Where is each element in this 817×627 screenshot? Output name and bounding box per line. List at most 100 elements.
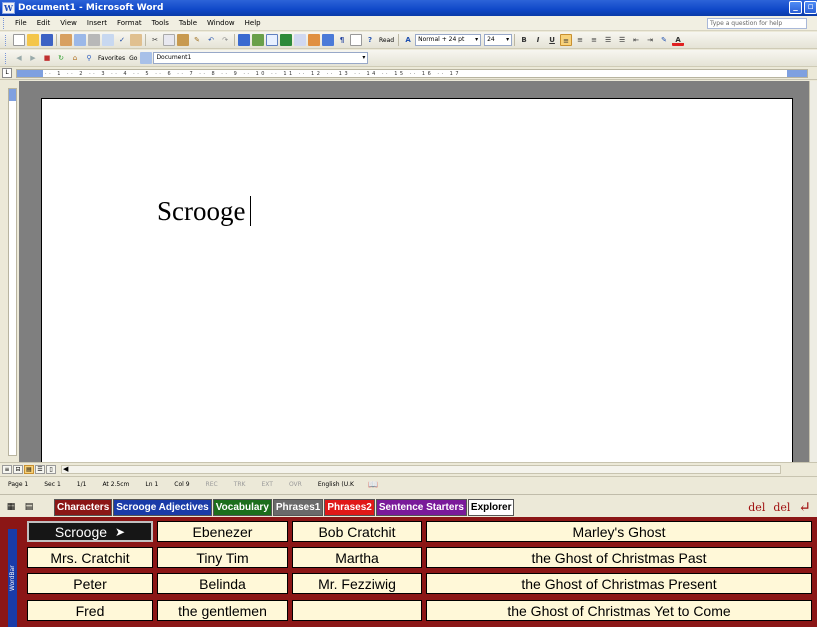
wordbar-menu-icon[interactable]: ▤ [22,500,36,514]
address-dropdown[interactable]: Document1 ▾ [153,52,369,64]
word-cell-peter[interactable]: Peter [27,573,153,594]
font-color-icon[interactable]: A [672,34,685,46]
minimize-icon[interactable]: _ [789,1,802,14]
menu-format[interactable]: Format [112,19,147,27]
status-language[interactable]: English (U.K [310,481,362,488]
search-web-icon[interactable]: ⚲ [83,52,95,64]
menu-edit[interactable]: Edit [32,19,56,27]
horizontal-scrollbar[interactable]: ◀ [61,464,781,474]
help-icon[interactable]: ? [364,34,376,46]
tab-sentence-starters[interactable]: Sentence Starters [375,499,467,516]
spelling-status-icon[interactable]: 📖 [368,480,378,489]
align-left-icon[interactable]: ≡ [560,34,573,46]
permission-icon[interactable] [60,34,72,46]
increase-indent-icon[interactable]: ⇥ [644,34,656,46]
document-page[interactable]: Scrooge [41,98,793,462]
wordbar-settings-icon[interactable]: ▦ [4,500,18,514]
word-icon[interactable]: W [2,2,15,14]
word-cell-ghost-christmas-present[interactable]: the Ghost of Christmas Present [426,573,812,594]
refresh-icon[interactable]: ↻ [55,52,67,64]
paste-icon[interactable] [177,34,189,46]
format-painter-icon[interactable]: ✎ [191,34,203,46]
open-folder-icon[interactable] [27,34,39,46]
align-center-icon[interactable]: ≡ [574,34,586,46]
tab-characters[interactable]: Characters [54,499,113,516]
word-cell-tiny-tim[interactable]: Tiny Tim [157,547,288,568]
outline-view-icon[interactable]: ☰ [35,464,45,474]
cut-icon[interactable]: ✂ [149,34,161,46]
hyperlink-icon[interactable] [238,34,250,46]
toolbar-grip[interactable] [5,52,8,64]
bold-button[interactable]: B [518,34,530,46]
word-cell-empty[interactable] [292,600,422,621]
menu-file[interactable]: File [10,19,32,27]
menu-table[interactable]: Table [174,19,202,27]
email-icon[interactable] [74,34,86,46]
tab-selector[interactable]: L [2,68,12,78]
menu-window[interactable]: Window [202,19,240,27]
insert-table-icon[interactable] [266,34,278,46]
document-map-icon[interactable] [322,34,334,46]
style-dropdown[interactable]: Normal + 24 pt ▾ [415,34,482,46]
menu-tools[interactable]: Tools [147,19,174,27]
vertical-ruler[interactable] [8,88,17,456]
show-hide-icon[interactable]: ¶ [336,34,348,46]
copy-icon[interactable] [163,34,175,46]
word-cell-ghost-christmas-past[interactable]: the Ghost of Christmas Past [426,547,812,568]
word-cell-marleys-ghost[interactable]: Marley's Ghost [426,521,812,542]
zoom-icon[interactable] [350,34,362,46]
menu-view[interactable]: View [55,19,82,27]
word-cell-fred[interactable]: Fred [27,600,153,621]
word-cell-ghost-christmas-yet-to-come[interactable]: the Ghost of Christmas Yet to Come [426,600,812,621]
columns-icon[interactable] [294,34,306,46]
status-ovr[interactable]: OVR [281,481,310,488]
drawing-icon[interactable] [308,34,320,46]
word-cell-mr-fezziwig[interactable]: Mr. Fezziwig [292,573,422,594]
show-only-web-toolbar-icon[interactable] [140,52,153,64]
stop-icon[interactable]: ■ [41,52,53,64]
numbering-icon[interactable]: ☰ [602,34,614,46]
new-document-icon[interactable] [13,34,25,46]
reading-layout-icon[interactable]: ▯ [46,464,56,474]
underline-button[interactable]: U [546,34,558,46]
tab-scrooge-adjectives[interactable]: Scrooge Adjectives [113,499,212,516]
status-rec[interactable]: REC [198,481,226,488]
go-button[interactable]: Go [127,55,139,62]
research-icon[interactable] [130,34,142,46]
toolbar-grip[interactable] [5,34,8,46]
document-body[interactable]: Scrooge [157,196,252,227]
highlight-icon[interactable]: ✎ [658,34,670,46]
word-cell-ebenezer[interactable]: Ebenezer [157,521,288,542]
word-cell-martha[interactable]: Martha [292,547,422,568]
print-preview-icon[interactable] [102,34,114,46]
print-icon[interactable] [88,34,100,46]
delete-letter-button[interactable]: del [773,501,790,514]
tab-explorer[interactable]: Explorer [467,499,515,516]
italic-button[interactable]: I [532,34,544,46]
maximize-icon[interactable]: ▫ [804,1,817,14]
word-cell-mrs-cratchit[interactable]: Mrs. Cratchit [27,547,153,568]
horizontal-ruler[interactable]: ·· 1 ·· 2 ·· 3 ·· 4 ·· 5 ·· 6 ·· 7 ·· 8 … [16,69,808,78]
favorites-button[interactable]: Favorites [96,55,127,62]
tables-borders-icon[interactable] [252,34,264,46]
menu-help[interactable]: Help [240,19,266,27]
home-icon[interactable]: ⌂ [69,52,81,64]
word-cell-belinda[interactable]: Belinda [157,573,288,594]
undo-icon[interactable]: ↶ [205,34,217,46]
tab-phrases1[interactable]: Phrases1 [272,499,324,516]
scroll-left-icon[interactable]: ◀ [63,465,68,473]
status-ext[interactable]: EXT [253,481,280,488]
word-cell-the-gentlemen[interactable]: the gentlemen [157,600,288,621]
web-layout-icon[interactable]: ⊟ [13,464,23,474]
styles-pane-icon[interactable]: A [402,34,414,46]
bullets-icon[interactable]: ☰ [616,34,628,46]
toolbar-grip[interactable] [3,17,6,29]
enter-icon[interactable]: ↵ [798,498,811,516]
decrease-indent-icon[interactable]: ⇤ [630,34,642,46]
tab-vocabulary[interactable]: Vocabulary [212,499,272,516]
status-trk[interactable]: TRK [226,481,254,488]
vertical-scrollbar[interactable] [809,81,817,462]
read-button[interactable]: Read [377,37,396,44]
forward-icon[interactable]: ▶ [27,52,39,64]
word-cell-scrooge[interactable]: Scrooge ➤ [27,521,153,542]
